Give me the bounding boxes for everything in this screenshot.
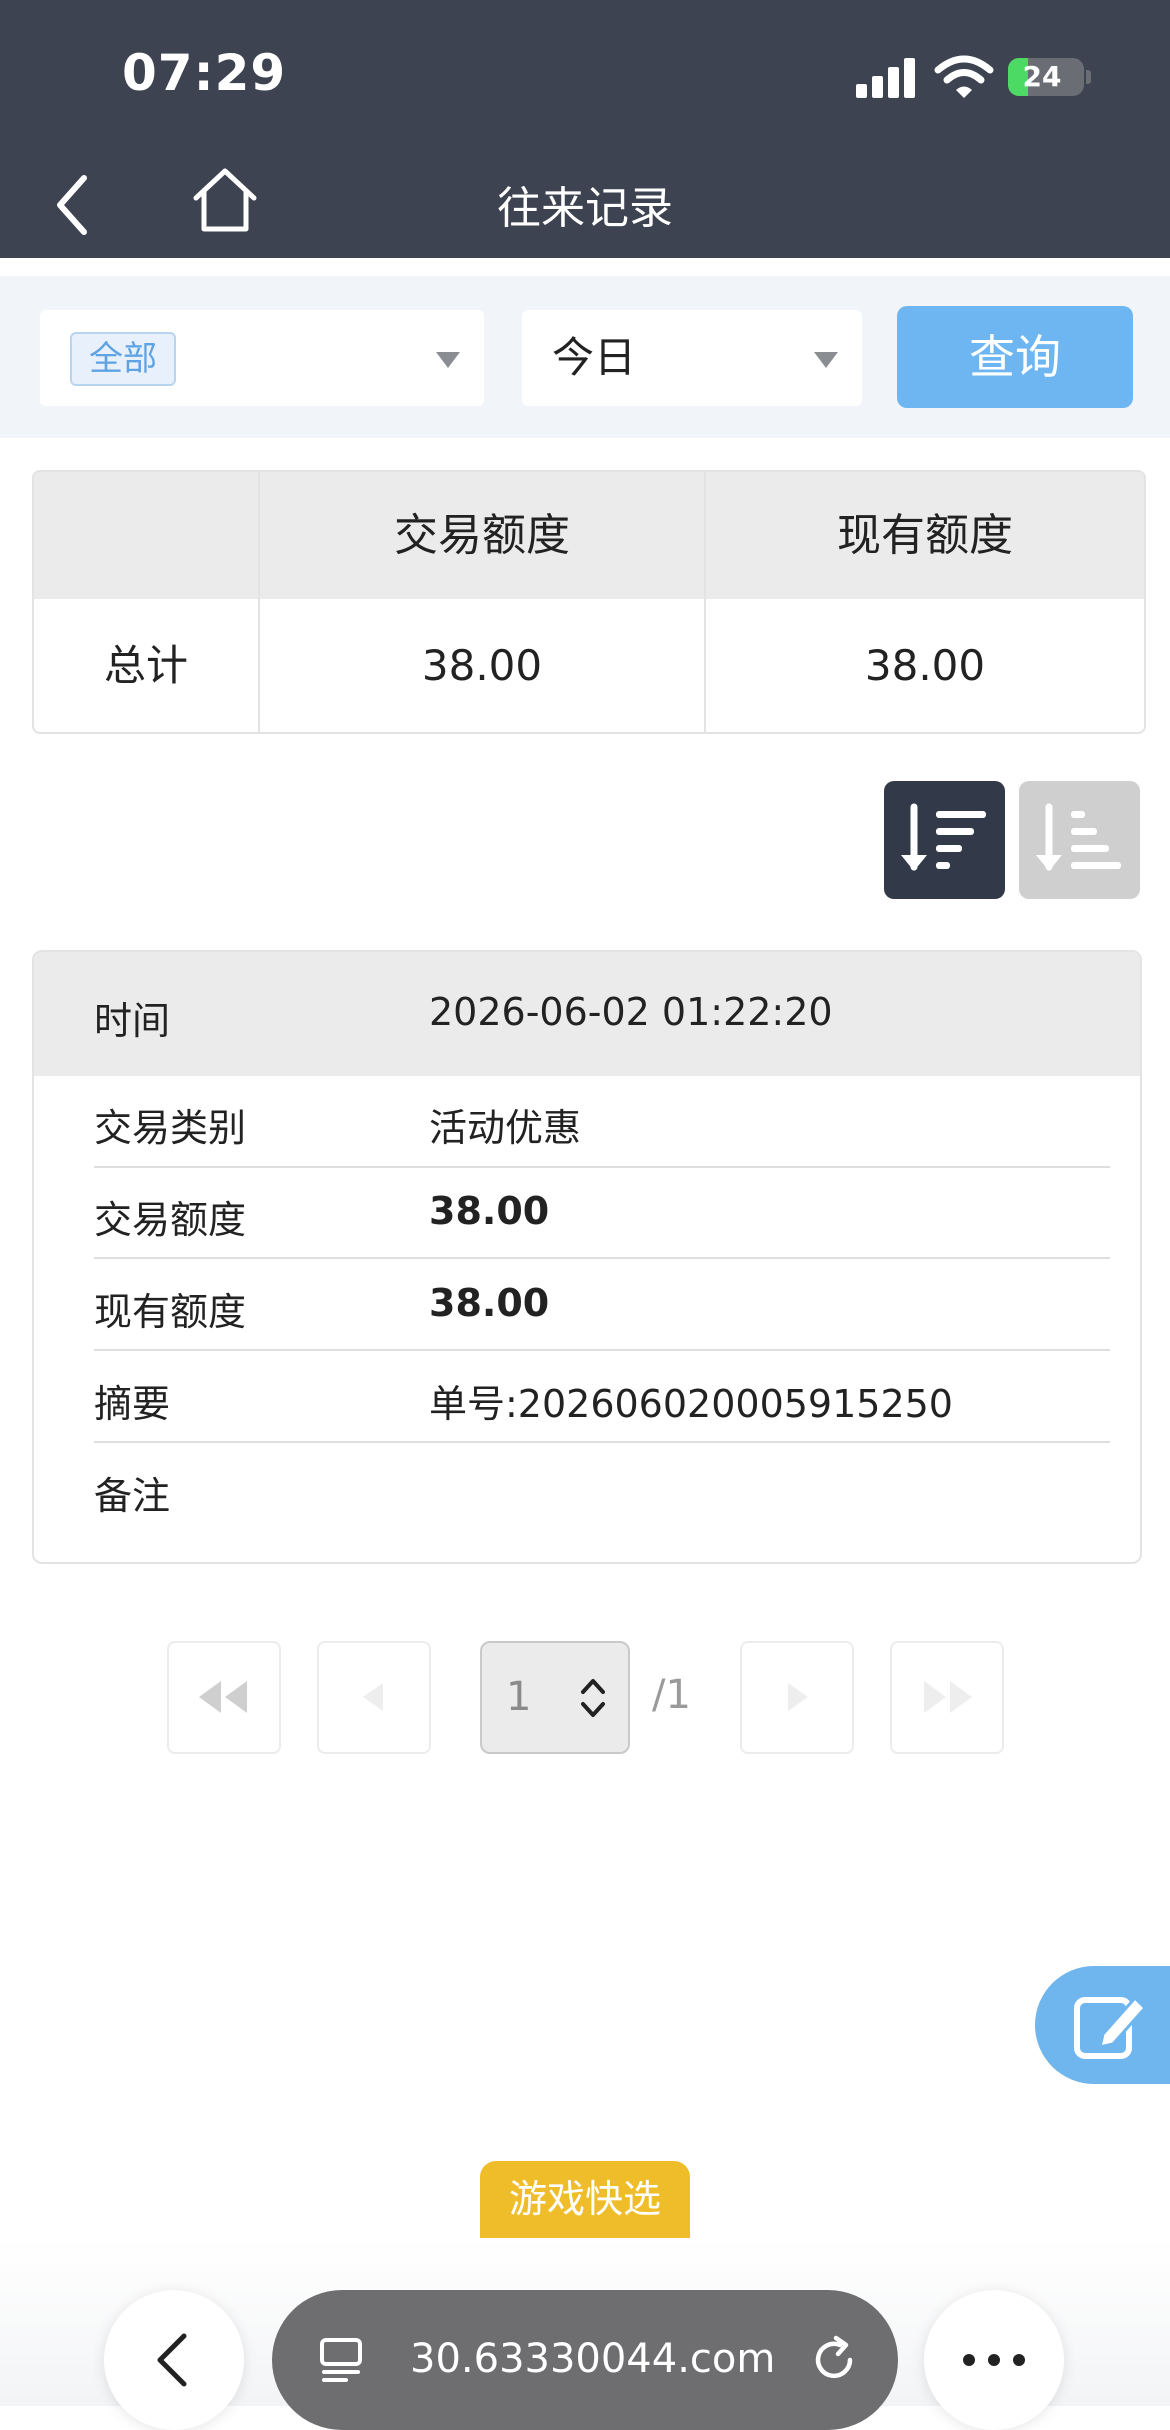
reload-icon[interactable] (806, 2332, 862, 2388)
edit-icon (1074, 1995, 1148, 2059)
first-page-button[interactable] (167, 1641, 281, 1754)
first-page-icon (199, 1681, 247, 1713)
sort-descending-button[interactable] (884, 781, 1005, 899)
summary-header-empty (34, 472, 258, 599)
row-divider (94, 1257, 1110, 1259)
filter-bar: 全部 今日 查询 (0, 276, 1170, 438)
date-range-select[interactable]: 今日 (522, 310, 862, 406)
summary-header-trade: 交易额度 (394, 510, 570, 561)
record-type-value: 活动优惠 (429, 1106, 582, 1150)
record-trade-label: 交易额度 (94, 1198, 247, 1242)
prev-page-icon (363, 1683, 383, 1711)
wifi-icon (934, 55, 994, 98)
row-divider (94, 1441, 1110, 1443)
sort-ascending-icon (1036, 803, 1121, 871)
current-page: 1 (506, 1674, 532, 1720)
type-tag[interactable]: 全部 (70, 332, 176, 386)
page-select[interactable]: 1 (480, 1641, 630, 1754)
signal-icon (856, 58, 916, 98)
battery-icon: 24 (1008, 58, 1084, 96)
game-quick-pick-tab[interactable]: 游戏快选 (480, 2161, 690, 2238)
url-text: 30.63330044.com (410, 2336, 776, 2382)
chevron-down-icon (436, 352, 460, 368)
page-title: 往来记录 (497, 183, 673, 234)
top-bar: 07:29 24 往来记录 (0, 0, 1170, 258)
summary-trade-amount: 38.00 (421, 641, 543, 690)
edit-button[interactable] (1035, 1966, 1170, 2084)
record-type-label: 交易类别 (94, 1106, 247, 1150)
row-divider (94, 1166, 1110, 1168)
chevron-updown-icon (581, 1679, 605, 1717)
sort-ascending-button[interactable] (1019, 781, 1140, 899)
battery-tip (1086, 70, 1091, 84)
record-time-label: 时间 (94, 999, 171, 1043)
browser-more-button[interactable] (924, 2290, 1064, 2430)
record-trade-value: 38.00 (429, 1189, 550, 1233)
summary-total-label: 总计 (103, 641, 188, 690)
record-summary-label: 摘要 (94, 1382, 171, 1426)
chevron-down-icon (814, 352, 838, 368)
record-time-value: 2026-06-02 01:22:20 (429, 990, 833, 1034)
row-divider (94, 1349, 1110, 1351)
prev-page-button[interactable] (317, 1641, 431, 1754)
type-select[interactable]: 全部 (40, 310, 484, 406)
total-pages: /1 (652, 1672, 691, 1718)
summary-current-amount: 38.00 (864, 641, 986, 690)
battery-level: 24 (1022, 60, 1062, 93)
last-page-icon (924, 1681, 972, 1713)
query-button[interactable]: 查询 (897, 306, 1133, 408)
sort-descending-icon (901, 803, 986, 871)
record-card: 时间 2026-06-02 01:22:20 交易类别 活动优惠 交易额度 38… (32, 950, 1142, 1564)
summary-table: 交易额度 现有额度 总计 38.00 38.00 (32, 470, 1146, 734)
last-page-button[interactable] (890, 1641, 1004, 1754)
record-current-label: 现有额度 (94, 1290, 247, 1334)
address-bar[interactable]: 30.63330044.com (272, 2290, 898, 2430)
back-icon (157, 2333, 187, 2387)
date-range-value: 今日 (552, 333, 637, 382)
browser-back-button[interactable] (104, 2290, 244, 2430)
more-icon (963, 2354, 1025, 2366)
next-page-icon (788, 1683, 808, 1711)
record-current-value: 38.00 (429, 1281, 550, 1325)
tabs-icon[interactable] (316, 2334, 368, 2386)
summary-header-current: 现有额度 (837, 510, 1013, 561)
next-page-button[interactable] (740, 1641, 854, 1754)
record-remark-label: 备注 (94, 1474, 171, 1518)
status-time: 07:29 (122, 44, 287, 102)
record-summary-value: 单号:202606020005915250 (429, 1382, 953, 1426)
